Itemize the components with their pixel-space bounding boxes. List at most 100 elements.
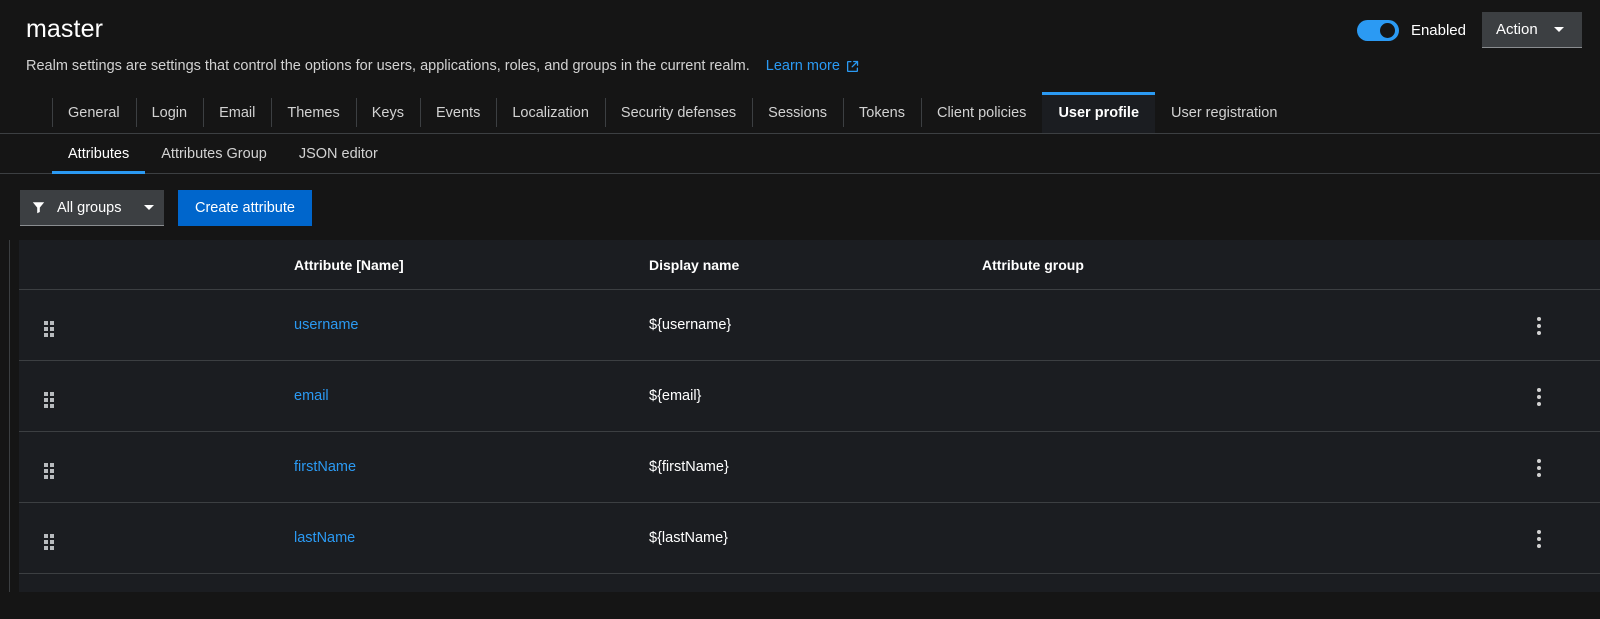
tab-label: Sessions [768,104,828,121]
drag-handle-icon[interactable] [44,321,54,337]
drag-handle-icon[interactable] [44,463,54,479]
attributes-toolbar: All groups Create attribute [0,174,1600,240]
row-drag-cell [19,360,294,432]
header-controls: Enabled Action [1356,12,1582,48]
tab-label: Client policies [936,104,1027,121]
tab-label: Events [435,104,481,121]
cell-actions [1527,360,1600,432]
learn-more-group: Learn more [766,56,859,76]
cell-attribute-group [982,502,1527,574]
row-drag-cell [19,502,294,574]
tab-label: Security defenses [620,104,737,121]
funnel-icon [32,201,45,214]
cell-attribute-group [982,289,1527,361]
subtab-label: JSON editor [298,145,378,162]
column-header-attribute-name: Attribute [Name] [294,240,649,290]
table-row: firstName ${firstName} [19,431,1600,503]
kebab-menu-icon[interactable] [1527,311,1551,341]
cell-attribute-group [982,360,1527,432]
column-header-actions [1527,240,1600,290]
tab-label: Email [219,104,256,121]
table-row: username ${username} [19,289,1600,361]
subtab-label: Attributes Group [161,145,267,162]
column-header-display-name: Display name [649,240,982,290]
page-description: Realm settings are settings that control… [26,58,750,74]
tab-user-registration[interactable]: User registration [1155,92,1293,133]
tab-label: User profile [1058,104,1140,121]
table-header: Attribute [Name] Display name Attribute … [19,240,1600,290]
tab-localization[interactable]: Localization [496,92,605,133]
action-dropdown-label: Action [1496,21,1538,38]
cell-attribute-name: username [294,289,649,361]
action-dropdown-button[interactable]: Action [1482,12,1582,48]
page-description-row: Realm settings are settings that control… [26,56,1600,76]
column-header-attribute-group: Attribute group [982,240,1527,290]
tab-label: Themes [287,104,340,121]
cell-attribute-name: email [294,360,649,432]
kebab-menu-icon[interactable] [1527,524,1551,554]
learn-more-link[interactable]: Learn more [766,56,840,76]
subtab-attributes-group[interactable]: Attributes Group [145,134,283,173]
realm-settings-tabs: General Login Email Themes Keys Events L… [0,92,1600,134]
row-drag-cell [19,431,294,503]
attribute-link[interactable]: lastName [294,530,355,546]
tab-label: Localization [512,104,589,121]
drag-handle-icon[interactable] [44,392,54,408]
chevron-down-icon [144,205,154,210]
subtab-attributes[interactable]: Attributes [52,134,146,174]
tab-login[interactable]: Login [135,92,203,133]
group-filter-label: All groups [57,199,122,216]
cell-attribute-name: firstName [294,431,649,503]
tab-label: Login [151,104,188,121]
tab-sessions[interactable]: Sessions [752,92,843,133]
column-header-drag [19,240,294,290]
kebab-menu-icon[interactable] [1527,382,1551,412]
tab-client-policies[interactable]: Client policies [920,92,1042,133]
cell-attribute-name: lastName [294,502,649,574]
external-link-icon[interactable] [846,60,859,73]
cell-actions [1527,431,1600,503]
tab-general[interactable]: General [52,92,136,133]
attributes-table: Attribute [Name] Display name Attribute … [19,240,1600,574]
tab-label: General [68,104,120,121]
attribute-link[interactable]: firstName [294,459,356,475]
cell-display-name: ${lastName} [649,502,982,574]
tab-label: Keys [371,104,404,121]
cell-actions [1527,502,1600,574]
page-header: master Realm settings are settings that … [0,0,1600,92]
create-attribute-button[interactable]: Create attribute [178,190,312,226]
user-profile-subtabs: Attributes Attributes Group JSON editor [0,134,1600,174]
cell-attribute-group [982,431,1527,503]
enabled-toggle[interactable] [1356,19,1399,41]
attributes-table-container: Attribute [Name] Display name Attribute … [9,240,1600,592]
tab-keys[interactable]: Keys [355,92,420,133]
cell-actions [1527,289,1600,361]
table-body: username ${username} email ${email} firs… [19,289,1600,574]
toggle-knob [1379,22,1395,38]
cell-display-name: ${username} [649,289,982,361]
subtab-json-editor[interactable]: JSON editor [283,134,394,173]
table-header-row: Attribute [Name] Display name Attribute … [19,240,1600,290]
tab-label: Tokens [859,104,905,121]
row-drag-cell [19,289,294,361]
table-row: lastName ${lastName} [19,502,1600,574]
tab-tokens[interactable]: Tokens [843,92,921,133]
attribute-link[interactable]: username [294,317,358,333]
chevron-down-icon [1553,27,1564,32]
cell-display-name: ${firstName} [649,431,982,503]
drag-handle-icon[interactable] [44,534,54,550]
table-row: email ${email} [19,360,1600,432]
enabled-toggle-group: Enabled [1356,19,1466,41]
subtab-label: Attributes [68,145,130,162]
tab-events[interactable]: Events [419,92,496,133]
kebab-menu-icon[interactable] [1527,453,1551,483]
tab-user-profile[interactable]: User profile [1042,92,1156,133]
tab-themes[interactable]: Themes [271,92,355,133]
table-footer-spacer [19,574,1600,592]
cell-display-name: ${email} [649,360,982,432]
tab-security-defenses[interactable]: Security defenses [604,92,752,133]
group-filter-dropdown[interactable]: All groups [20,190,164,226]
attribute-link[interactable]: email [294,388,329,404]
tab-label: User registration [1171,104,1278,121]
tab-email[interactable]: Email [203,92,271,133]
